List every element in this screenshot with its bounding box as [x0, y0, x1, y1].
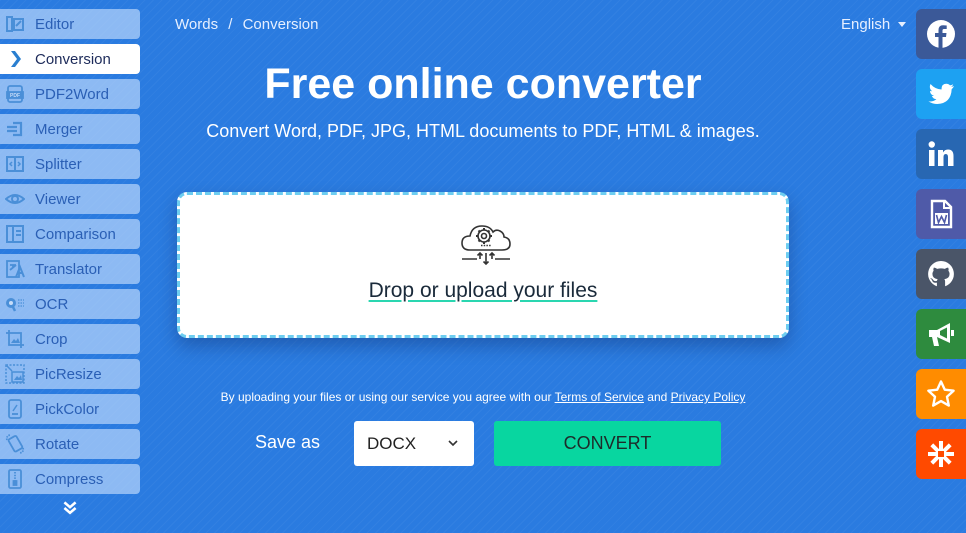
breadcrumb-separator: / [228, 16, 233, 33]
language-label: English [841, 16, 891, 33]
compress-icon [3, 468, 27, 490]
language-selector[interactable]: English [841, 16, 907, 33]
privacy-policy-link[interactable]: Privacy Policy [671, 390, 746, 404]
sidebar-item-rotate[interactable]: Rotate [0, 429, 140, 459]
sidebar-item-translator[interactable]: Translator [0, 254, 140, 284]
crop-icon [3, 328, 27, 350]
terms-notice: By uploading your files or using our ser… [0, 390, 966, 404]
split-icon [3, 153, 27, 175]
convert-button[interactable]: CONVERT [494, 421, 721, 466]
linkedin-button[interactable] [916, 129, 966, 179]
github-icon [928, 261, 954, 287]
format-select[interactable]: DOCX [354, 421, 474, 466]
sidebar-item-ocr[interactable]: OCR [0, 289, 140, 319]
terms-of-service-link[interactable]: Terms of Service [555, 390, 644, 404]
breadcrumb-item-conversion: Conversion [242, 16, 319, 33]
rotate-icon [3, 433, 27, 455]
sidebar-item-splitter[interactable]: Splitter [0, 149, 140, 179]
sidebar-item-crop[interactable]: Crop [0, 324, 140, 354]
ocr-icon [3, 293, 27, 315]
sidebar-item-label: OCR [35, 295, 69, 313]
sidebar-item-comparison[interactable]: Comparison [0, 219, 140, 249]
caret-down-icon [898, 22, 907, 27]
sidebar-item-label: Crop [35, 330, 68, 348]
sidebar-item-label: Splitter [35, 155, 82, 173]
sidebar-item-label: Editor [35, 15, 75, 33]
terms-middle: and [643, 390, 671, 404]
compare-icon [3, 223, 27, 245]
star-icon [927, 380, 955, 407]
page-title: Free online converter [264, 60, 702, 108]
sidebar-item-compress[interactable]: Compress [0, 464, 140, 494]
sidebar-item-label: Viewer [35, 190, 81, 208]
sidebar-item-label: Comparison [35, 225, 116, 243]
file-dropzone[interactable]: Drop or upload your files [177, 192, 789, 338]
linkedin-icon [928, 141, 954, 166]
breadcrumb-item-words[interactable]: Words [175, 16, 218, 33]
format-selected-value: DOCX [367, 433, 417, 453]
announcement-button[interactable] [916, 309, 966, 359]
github-button[interactable] [916, 249, 966, 299]
breadcrumb: Words / Conversion [175, 16, 324, 33]
sidebar-item-label: PicResize [35, 365, 102, 383]
save-as-label: Save as [255, 432, 321, 452]
translate-icon [3, 258, 27, 280]
editor-icon [3, 13, 27, 35]
word-document-icon [930, 199, 953, 229]
terms-prefix: By uploading your files or using our ser… [220, 390, 555, 404]
zapier-icon [928, 441, 954, 467]
cloud-upload-gear-icon [461, 225, 511, 266]
sidebar-item-label: Rotate [35, 435, 80, 453]
double-chevron-down-icon[interactable] [60, 499, 80, 517]
resize-icon [3, 363, 27, 385]
social-share-bar [916, 9, 966, 489]
chevron-down-icon [448, 440, 458, 447]
page-subtitle: Convert Word, PDF, JPG, HTML documents t… [206, 121, 760, 141]
sidebar-item-picresize[interactable]: PicResize [0, 359, 140, 389]
facebook-button[interactable] [916, 9, 966, 59]
facebook-icon [927, 20, 955, 49]
word-app-button[interactable] [916, 189, 966, 239]
zapier-button[interactable] [916, 429, 966, 479]
favorite-button[interactable] [916, 369, 966, 419]
sidebar-item-viewer[interactable]: Viewer [0, 184, 140, 214]
sidebar-item-label: Translator [35, 260, 102, 278]
twitter-icon [928, 83, 954, 104]
sidebar-item-editor[interactable]: Editor [0, 9, 140, 39]
megaphone-icon [929, 323, 954, 346]
eye-icon [3, 188, 27, 210]
sidebar-item-label: Compress [35, 470, 104, 488]
dropzone-label[interactable]: Drop or upload your files [180, 279, 786, 303]
twitter-button[interactable] [916, 69, 966, 119]
